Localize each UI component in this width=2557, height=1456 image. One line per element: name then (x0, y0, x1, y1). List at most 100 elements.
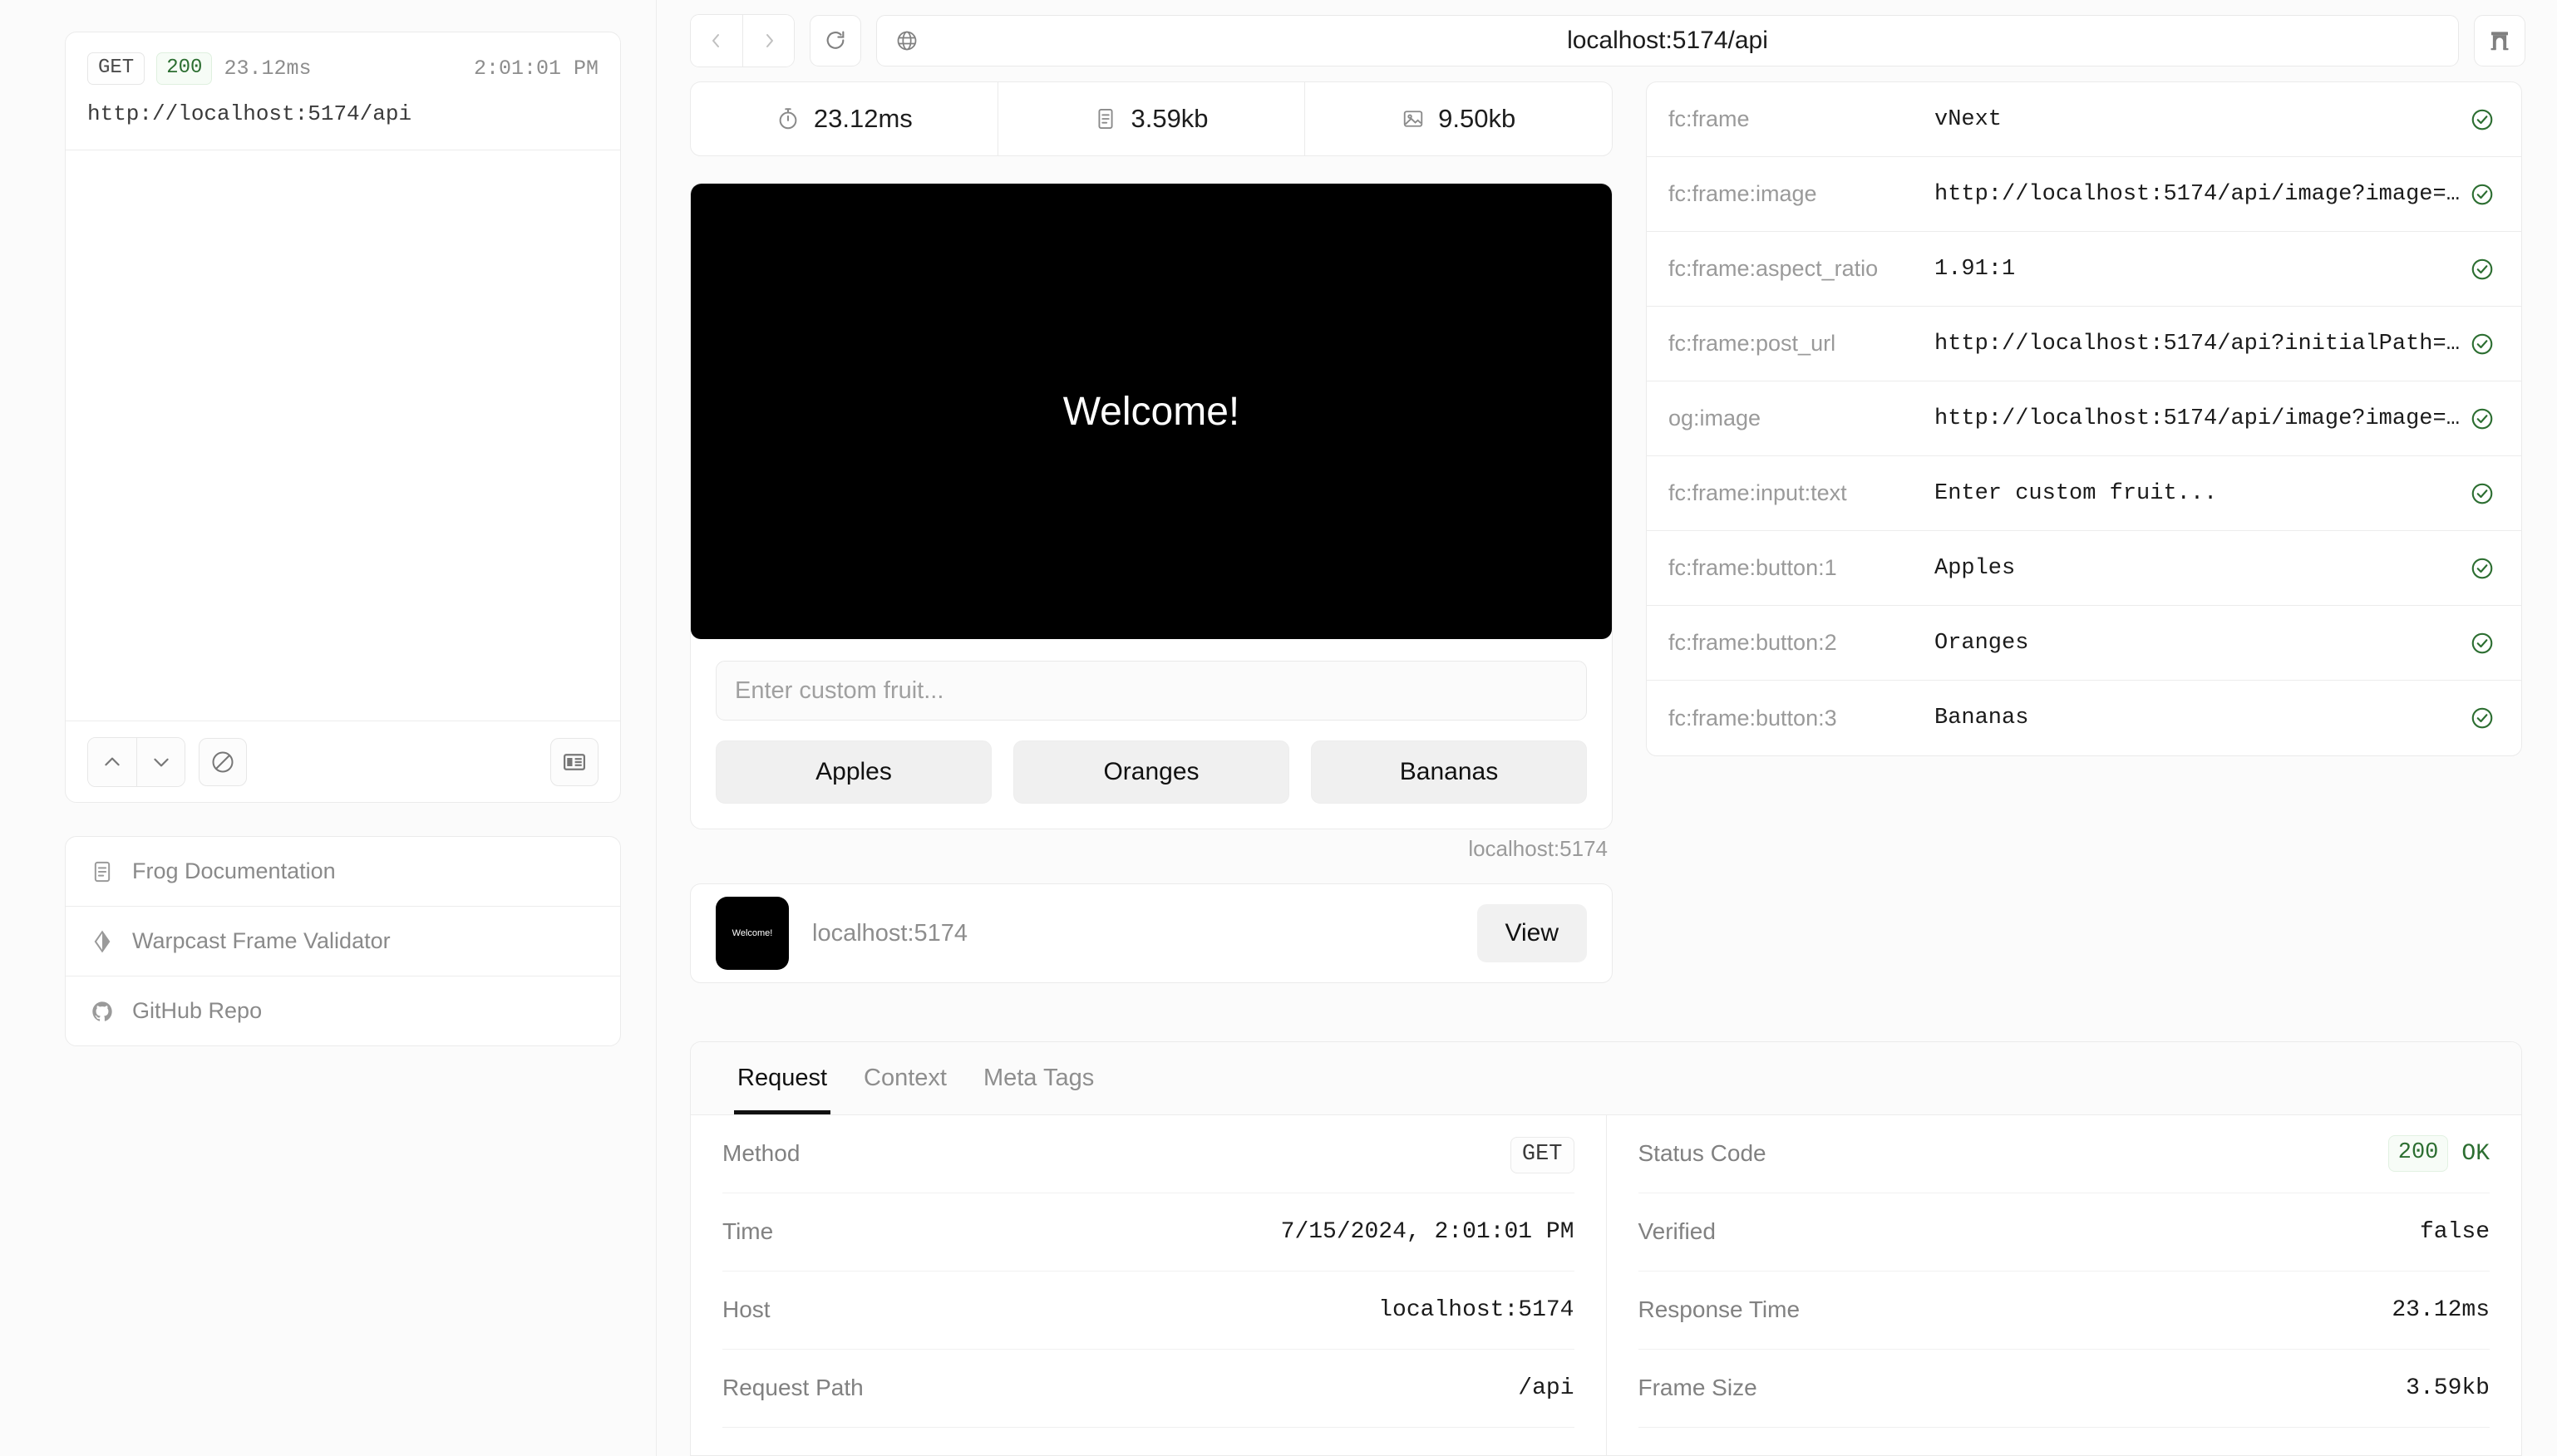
frame-button-1[interactable]: Apples (716, 740, 992, 804)
meta-tag-row[interactable]: fc:frame:post_url http://localhost:5174/… (1647, 307, 2521, 381)
request-list-item[interactable]: GET 200 23.12ms 2:01:01 PM http://localh… (66, 32, 620, 150)
meta-tag-property: og:image (1668, 406, 1934, 431)
meta-tags-card: fc:frame vNext fc:frame:image http://loc… (1646, 81, 2522, 756)
detail-row-verified: Verified false (1638, 1193, 2490, 1272)
detail-value: localhost:5174 (1378, 1297, 1574, 1323)
frame-image: Welcome! (691, 184, 1612, 639)
metric-response-time: 23.12ms (691, 82, 998, 155)
meta-tag-row[interactable]: fc:frame:button:1 Apples (1647, 531, 2521, 606)
metrics-bar: 23.12ms 3.59kb 9.50kb (690, 81, 1613, 156)
link-github-repo[interactable]: GitHub Repo (66, 976, 620, 1045)
chevron-up-icon (101, 751, 123, 773)
detail-value: /api (1518, 1375, 1574, 1401)
request-item-header: GET 200 23.12ms 2:01:01 PM (87, 52, 599, 85)
frame-icon-button[interactable] (2474, 15, 2525, 66)
reload-button[interactable] (810, 15, 861, 66)
image-icon (1402, 107, 1425, 130)
meta-tag-row[interactable]: fc:frame vNext (1647, 82, 2521, 157)
layout-toggle-button[interactable] (550, 738, 599, 786)
nav-button-group (690, 14, 795, 67)
tab-meta-tags[interactable]: Meta Tags (965, 1042, 1112, 1114)
forward-button[interactable] (742, 15, 794, 66)
meta-tag-valid-icon (2461, 631, 2495, 656)
detail-key: Verified (1638, 1218, 1716, 1245)
meta-tag-valid-icon (2461, 257, 2495, 282)
chevron-down-icon (150, 751, 172, 773)
frame-input-placeholder: Enter custom fruit... (735, 677, 943, 705)
browser-toolbar: localhost:5174/api (657, 0, 2557, 81)
app-root: GET 200 23.12ms 2:01:01 PM http://localh… (0, 0, 2557, 1456)
metric-value: 3.59kb (1131, 104, 1208, 134)
meta-tag-valid-icon (2461, 706, 2495, 730)
link-frog-documentation[interactable]: Frog Documentation (66, 837, 620, 907)
detail-key: Frame Size (1638, 1375, 1757, 1401)
detail-value: 7/15/2024, 2:01:01 PM (1281, 1219, 1574, 1245)
request-timestamp: 2:01:01 PM (474, 57, 599, 81)
back-button[interactable] (691, 15, 742, 66)
meta-tag-row[interactable]: fc:frame:aspect_ratio 1.91:1 (1647, 232, 2521, 307)
request-nav-group (87, 737, 185, 787)
ban-icon (210, 750, 235, 775)
content-area: 23.12ms 3.59kb 9.50kb (657, 81, 2557, 1011)
url-input[interactable]: localhost:5174/api (876, 15, 2459, 66)
tab-context[interactable]: Context (845, 1042, 965, 1114)
meta-tag-property: fc:frame:button:3 (1668, 706, 1934, 731)
sidebar: GET 200 23.12ms 2:01:01 PM http://localh… (0, 0, 657, 1456)
meta-tag-property: fc:frame:input:text (1668, 480, 1934, 506)
chevron-left-icon (707, 31, 727, 51)
meta-tag-row[interactable]: fc:frame:image http://localhost:5174/api… (1647, 157, 2521, 232)
meta-tag-content: Bananas (1934, 706, 2461, 730)
github-icon (91, 1000, 114, 1023)
meta-tag-valid-icon (2461, 182, 2495, 207)
meta-tag-content: Apples (1934, 556, 2461, 581)
meta-tag-content: http://localhost:5174/api?initialPath=%2… (1934, 332, 2461, 357)
metric-frame-size: 3.59kb (998, 82, 1306, 155)
meta-tag-content: vNext (1934, 107, 2461, 132)
arch-icon (2487, 28, 2512, 53)
meta-tag-property: fc:frame (1668, 106, 1934, 132)
details-body: Method GET Time 7/15/2024, 2:01:01 PM Ho… (691, 1115, 2521, 1456)
frame-button-2[interactable]: Oranges (1013, 740, 1289, 804)
meta-tag-valid-icon (2461, 481, 2495, 506)
meta-tag-valid-icon (2461, 556, 2495, 581)
meta-tag-row[interactable]: fc:frame:button:2 Oranges (1647, 606, 2521, 681)
frame-button-3[interactable]: Bananas (1311, 740, 1587, 804)
details-tabs: Request Context Meta Tags (691, 1042, 2521, 1115)
detail-value: 23.12ms (2392, 1297, 2490, 1323)
requests-panel: GET 200 23.12ms 2:01:01 PM http://localh… (65, 32, 621, 803)
request-status-badge: 200 (156, 52, 212, 85)
request-prev-button[interactable] (88, 738, 136, 786)
request-list: GET 200 23.12ms 2:01:01 PM http://localh… (66, 32, 620, 721)
frame-preview: Welcome! Enter custom fruit... Apples Or… (690, 183, 1613, 829)
reload-icon (824, 29, 847, 52)
status-code-wrap: 200 OK (2388, 1135, 2490, 1172)
meta-tag-content: Enter custom fruit... (1934, 481, 2461, 506)
tab-request[interactable]: Request (719, 1042, 845, 1114)
meta-tag-content: 1.91:1 (1934, 257, 2461, 282)
detail-row-method: Method GET (722, 1115, 1574, 1193)
link-warpcast-frame-validator[interactable]: Warpcast Frame Validator (66, 907, 620, 976)
request-clear-button[interactable] (199, 738, 247, 786)
request-method-badge: GET (87, 52, 145, 85)
method-pill: GET (1510, 1137, 1574, 1173)
details-panel: Request Context Meta Tags Method GET Tim… (690, 1041, 2522, 1456)
detail-value: false (2420, 1219, 2490, 1245)
meta-tag-row[interactable]: fc:frame:input:text Enter custom fruit..… (1647, 456, 2521, 531)
meta-tag-content: http://localhost:5174/api/image?image=N4… (1934, 406, 2461, 431)
frame-text-input[interactable]: Enter custom fruit... (716, 661, 1587, 721)
frame-image-text: Welcome! (1063, 389, 1240, 435)
meta-tag-property: fc:frame:aspect_ratio (1668, 256, 1934, 282)
meta-tag-row[interactable]: og:image http://localhost:5174/api/image… (1647, 381, 2521, 456)
metric-image-size: 9.50kb (1305, 82, 1612, 155)
request-next-button[interactable] (136, 738, 185, 786)
view-button[interactable]: View (1477, 904, 1587, 962)
detail-row-status-code: Status Code 200 OK (1638, 1115, 2490, 1193)
meta-tag-row[interactable]: fc:frame:button:3 Bananas (1647, 681, 2521, 755)
detail-value-wrap: GET (1510, 1141, 1574, 1167)
detail-key: Status Code (1638, 1140, 1766, 1167)
app-embed-card: Welcome! localhost:5174 View (690, 883, 1613, 983)
detail-key: Host (722, 1296, 771, 1323)
status-code-pill: 200 (2388, 1135, 2449, 1172)
url-text: localhost:5174/api (877, 27, 2458, 55)
links-panel: Frog Documentation Warpcast Frame Valida… (65, 836, 621, 1046)
